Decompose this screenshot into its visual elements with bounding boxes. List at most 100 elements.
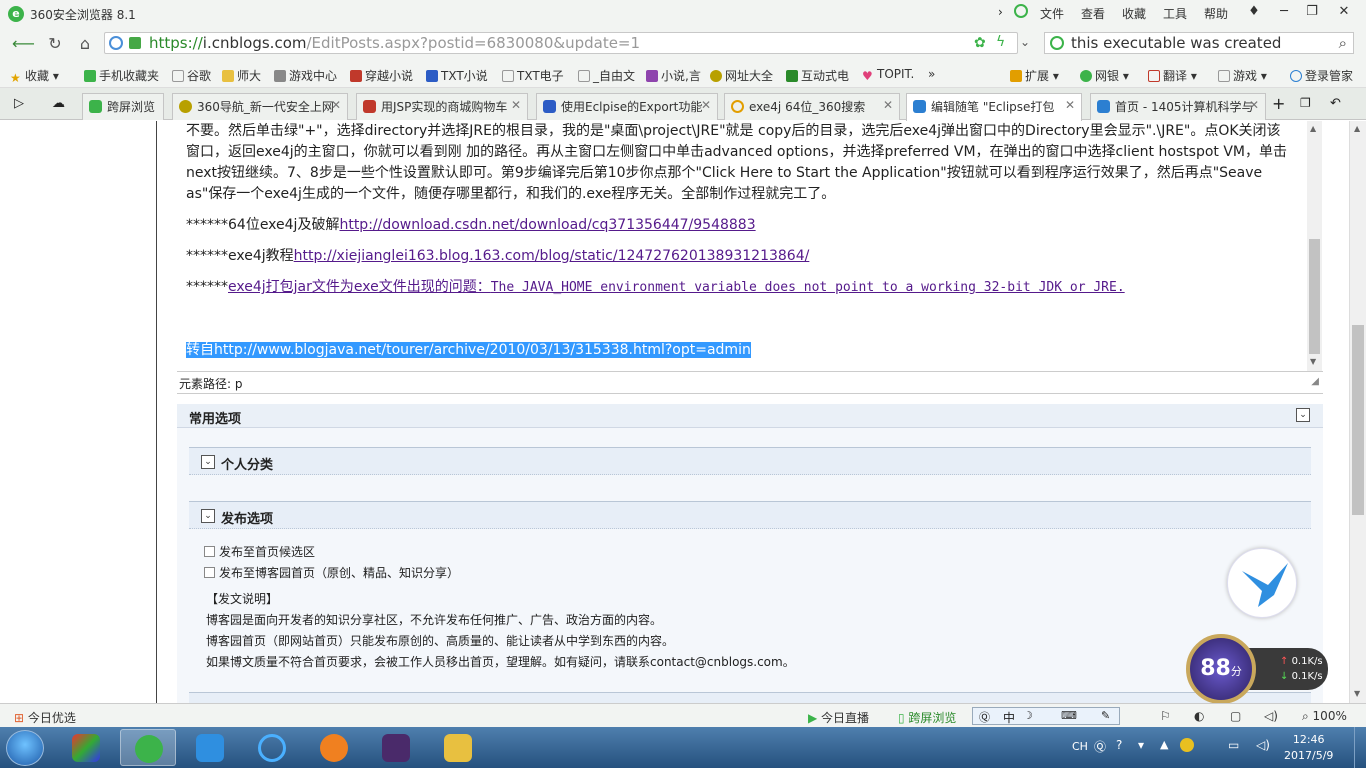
network-icon[interactable]: ▭ (1228, 738, 1239, 752)
tab-home[interactable]: 首页 - 1405计算机科学与 ✕ (1090, 93, 1266, 120)
ime-mode[interactable]: 中 (1003, 709, 1015, 726)
editor-scroll-thumb[interactable] (1309, 239, 1320, 354)
chevron-down-icon[interactable]: ⌄ (1296, 408, 1310, 422)
bookmark-item[interactable]: _自由文 (578, 67, 635, 84)
ime-tray-icon[interactable]: Ⓠ (1094, 738, 1106, 755)
close-icon[interactable]: ✕ (331, 98, 341, 112)
section-personal-category[interactable]: ⌄ 个人分类 (189, 447, 1311, 475)
bird-icon[interactable] (1227, 548, 1297, 618)
flag-icon[interactable]: ⚐ (1160, 709, 1171, 723)
bookmark-item[interactable]: 谷歌 (172, 67, 211, 84)
menu-help[interactable]: 帮助 (1204, 5, 1228, 22)
tab-360-nav[interactable]: 360导航_新一代安全上网 ✕ (172, 93, 348, 120)
close-icon[interactable]: ✕ (1065, 98, 1075, 112)
login-manager-button[interactable]: 登录管家 (1290, 67, 1353, 84)
chevron-right-icon[interactable]: › (998, 5, 1003, 19)
url-input[interactable]: https://i.cnblogs.com/EditPosts.aspx?pos… (104, 32, 1018, 54)
publish-candidate-checkbox[interactable]: 发布至首页候选区 (204, 543, 315, 560)
undo-close-icon[interactable]: ↶ (1330, 96, 1341, 111)
keyboard-icon[interactable]: ⌨ (1061, 709, 1077, 722)
security-tray-icon[interactable] (1180, 738, 1194, 752)
tab-jsp-cart[interactable]: 用JSP实现的商城购物车 ✕ (356, 93, 528, 120)
extensions-button[interactable]: 扩展 ▾ (1010, 67, 1059, 84)
taskbar-app[interactable] (58, 729, 114, 766)
taskbar-app[interactable] (368, 729, 424, 766)
sidebar-toggle-icon[interactable]: ▷ (14, 96, 24, 111)
menu-favorites[interactable]: 收藏 (1122, 5, 1146, 22)
start-button[interactable] (6, 730, 44, 766)
today-live[interactable]: ▶ 今日直播 (808, 709, 869, 726)
checkbox[interactable] (204, 546, 215, 557)
taskbar-app-browser[interactable] (120, 729, 176, 766)
tray-expand-icon[interactable]: ▲ (1160, 738, 1168, 751)
close-button[interactable]: ✕ (1330, 2, 1358, 22)
chevron-down-icon[interactable]: ⌄ (201, 509, 215, 523)
menu-file[interactable]: 文件 (1040, 5, 1064, 22)
scroll-down-icon[interactable]: ▼ (1310, 357, 1316, 366)
bookmark-item[interactable]: 游戏中心 (274, 67, 337, 84)
menu-view[interactable]: 查看 (1081, 5, 1105, 22)
page-scroll-thumb[interactable] (1352, 325, 1364, 515)
bookmark-item[interactable]: TXT电子 (502, 67, 564, 84)
language-indicator[interactable]: CH (1072, 740, 1088, 753)
resize-handle-icon[interactable]: ◢ (1311, 376, 1319, 387)
bookmark-item[interactable]: ♥ TOPIT. (862, 67, 914, 83)
tab-eclipse-export[interactable]: 使用Eclpise的Export功能 ✕ (536, 93, 718, 120)
cloud-icon[interactable]: ☁ (52, 96, 65, 111)
bookmark-item[interactable]: 师大 (222, 67, 261, 84)
search-icon[interactable]: ⌕ (1339, 34, 1347, 52)
volume-icon[interactable]: ◁) (1256, 738, 1270, 752)
moon-icon[interactable]: ☽ (1023, 709, 1033, 722)
editor-scrollbar[interactable]: ▲ ▼ (1307, 121, 1322, 371)
browser-icon[interactable]: ◐ (1194, 709, 1204, 723)
wrench-icon[interactable]: ✎ (1101, 709, 1110, 722)
scroll-down-icon[interactable]: ▼ (1354, 689, 1360, 698)
bank-button[interactable]: 网银 ▾ (1080, 67, 1129, 84)
section-publish-options[interactable]: ⌄ 发布选项 (189, 501, 1311, 529)
zoom-control[interactable]: ⌕ 100% (1302, 709, 1347, 724)
taskbar-app[interactable] (306, 729, 362, 766)
chevron-down-icon[interactable]: ⌄ (1020, 35, 1030, 49)
search-input[interactable]: this executable was created ⌕ (1044, 32, 1354, 54)
source-link[interactable]: http://www.blogjava.net/tourer/archive/2… (214, 342, 751, 358)
show-desktop-button[interactable] (1354, 727, 1366, 768)
menu-tools[interactable]: 工具 (1163, 5, 1187, 22)
user-icon[interactable] (1014, 4, 1028, 18)
new-tab-button[interactable]: + (1272, 94, 1285, 113)
menu-tray-icon[interactable]: ▾ (1138, 738, 1144, 752)
back-arrow-icon[interactable]: ⟵ (12, 34, 35, 54)
bookmark-item[interactable]: TXT小说 (426, 67, 488, 84)
reload-circle-icon[interactable]: ✿ (974, 35, 986, 51)
close-icon[interactable]: ✕ (701, 98, 711, 112)
download-link[interactable]: http://download.csdn.net/download/cq3713… (339, 217, 755, 233)
tab-exe4j-search[interactable]: exe4j 64位_360搜索 ✕ (724, 93, 900, 120)
today-picks[interactable]: ⊞ 今日优选 (14, 709, 76, 726)
chevron-down-icon[interactable]: ⌄ (201, 455, 215, 469)
translate-button[interactable]: 翻译 ▾ (1148, 67, 1197, 84)
close-icon[interactable]: ✕ (511, 98, 521, 112)
bookmark-item[interactable]: 穿越小说 (350, 67, 413, 84)
problem-link[interactable]: exe4j打包jar文件为exe文件出现的问题：The JAVA_HOME en… (228, 279, 1125, 295)
checkbox[interactable] (204, 567, 215, 578)
taskbar-app[interactable] (182, 729, 238, 766)
bookmark-item[interactable]: 手机收藏夹 (84, 67, 159, 84)
scroll-up-icon[interactable]: ▲ (1310, 124, 1316, 133)
taskbar-app[interactable] (430, 729, 486, 766)
bookmark-favorites[interactable]: ★ 收藏 ▾ (10, 67, 59, 85)
refresh-icon[interactable]: ↻ (44, 34, 66, 54)
bookmark-item[interactable]: 小说,言 (646, 67, 701, 84)
window-icon[interactable]: ▢ (1230, 709, 1241, 723)
tutorial-link[interactable]: http://xiejianglei163.blog.163.com/blog/… (294, 248, 810, 264)
bookmark-item[interactable]: 网址大全 (710, 67, 773, 84)
scroll-up-icon[interactable]: ▲ (1354, 124, 1360, 133)
help-icon[interactable]: ? (1116, 738, 1122, 752)
shirt-icon[interactable]: ♦ (1240, 2, 1268, 22)
page-scrollbar[interactable]: ▲ ▼ (1349, 121, 1366, 703)
tab-edit-post[interactable]: 编辑随笔 "Eclipse打包 ✕ (906, 93, 1082, 121)
publish-homepage-checkbox[interactable]: 发布至博客园首页（原创、精品、知识分享） (204, 564, 459, 581)
close-icon[interactable]: ✕ (1249, 98, 1259, 112)
network-speed-widget[interactable]: ↑ 0.1K/s ↓ 0.1K/s (1248, 648, 1328, 690)
home-icon[interactable]: ⌂ (74, 34, 96, 54)
games-button[interactable]: 游戏 ▾ (1218, 67, 1267, 84)
more-bookmarks-icon[interactable]: » (928, 67, 935, 81)
